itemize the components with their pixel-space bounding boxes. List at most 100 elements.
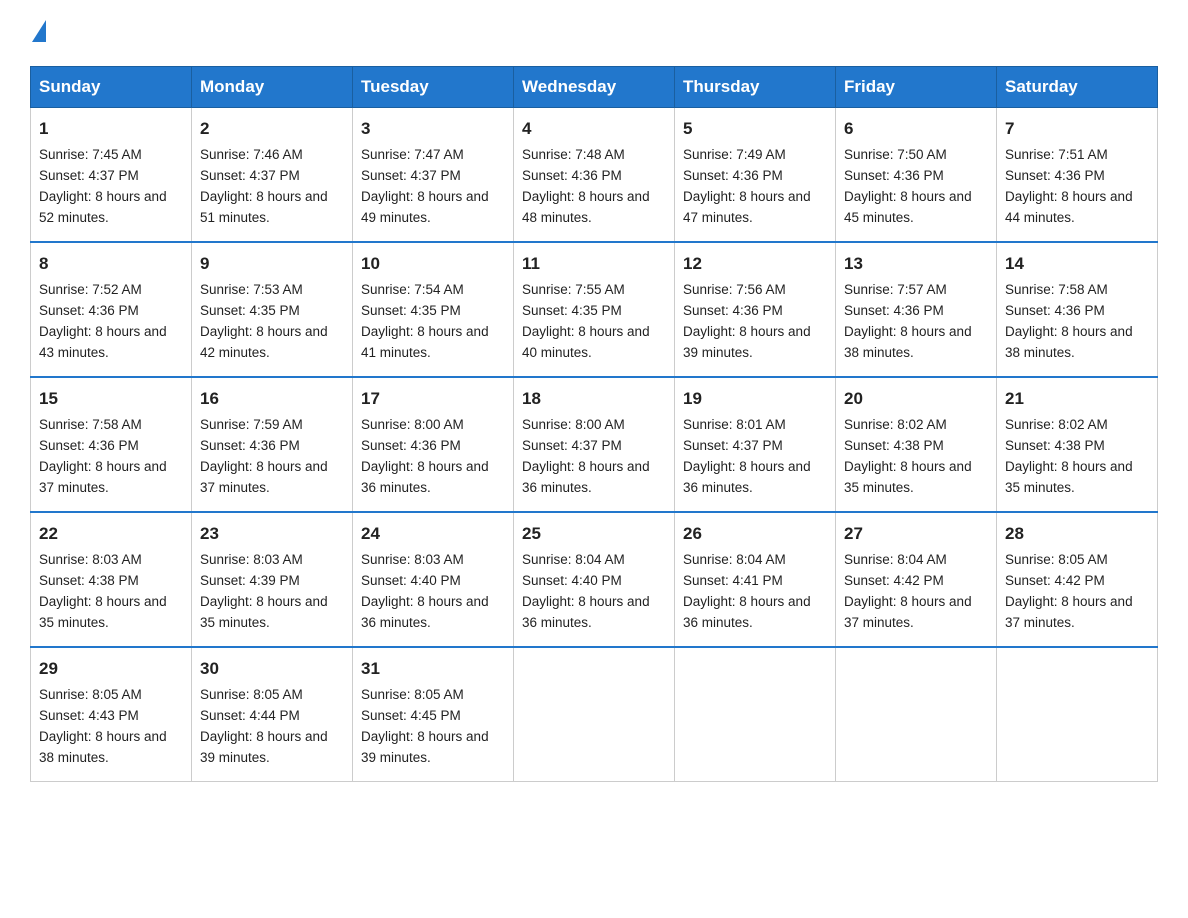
day-number: 22: [39, 521, 183, 547]
sunrise-label: Sunrise: 7:49 AM: [683, 147, 786, 162]
day-header-saturday: Saturday: [997, 67, 1158, 108]
day-number: 23: [200, 521, 344, 547]
day-number: 3: [361, 116, 505, 142]
daylight-label: Daylight: 8 hours and 38 minutes.: [39, 729, 167, 765]
day-number: 16: [200, 386, 344, 412]
calendar-cell: 30Sunrise: 8:05 AMSunset: 4:44 PMDayligh…: [192, 647, 353, 782]
daylight-label: Daylight: 8 hours and 44 minutes.: [1005, 189, 1133, 225]
sunset-label: Sunset: 4:38 PM: [844, 438, 944, 453]
sunset-label: Sunset: 4:43 PM: [39, 708, 139, 723]
calendar-cell: 19Sunrise: 8:01 AMSunset: 4:37 PMDayligh…: [675, 377, 836, 512]
daylight-label: Daylight: 8 hours and 36 minutes.: [683, 459, 811, 495]
day-header-monday: Monday: [192, 67, 353, 108]
day-number: 17: [361, 386, 505, 412]
logo-triangle-icon: [32, 20, 46, 42]
daylight-label: Daylight: 8 hours and 40 minutes.: [522, 324, 650, 360]
daylight-label: Daylight: 8 hours and 36 minutes.: [361, 459, 489, 495]
calendar-cell: 11Sunrise: 7:55 AMSunset: 4:35 PMDayligh…: [514, 242, 675, 377]
sunset-label: Sunset: 4:36 PM: [361, 438, 461, 453]
calendar-cell: 29Sunrise: 8:05 AMSunset: 4:43 PMDayligh…: [31, 647, 192, 782]
calendar-cell: 16Sunrise: 7:59 AMSunset: 4:36 PMDayligh…: [192, 377, 353, 512]
sunset-label: Sunset: 4:37 PM: [200, 168, 300, 183]
day-number: 13: [844, 251, 988, 277]
sunset-label: Sunset: 4:37 PM: [522, 438, 622, 453]
calendar-cell: 9Sunrise: 7:53 AMSunset: 4:35 PMDaylight…: [192, 242, 353, 377]
sunrise-label: Sunrise: 8:04 AM: [844, 552, 947, 567]
calendar-week-2: 8 Sunrise: 7:52 AM Sunset: 4:36 PM Daylight…: [31, 242, 1158, 377]
calendar-cell: 3Sunrise: 7:47 AMSunset: 4:37 PMDaylight…: [353, 108, 514, 243]
sunrise-label: Sunrise: 7:59 AM: [200, 417, 303, 432]
sunrise-label: Sunrise: 8:03 AM: [39, 552, 142, 567]
daylight-label: Daylight: 8 hours and 37 minutes.: [1005, 594, 1133, 630]
day-number: 24: [361, 521, 505, 547]
day-header-thursday: Thursday: [675, 67, 836, 108]
sunrise-label: Sunrise: 7:54 AM: [361, 282, 464, 297]
sunrise-label: Sunrise: 8:04 AM: [683, 552, 786, 567]
calendar-table: SundayMondayTuesdayWednesdayThursdayFrid…: [30, 66, 1158, 782]
daylight-label: Daylight: 8 hours and 36 minutes.: [522, 459, 650, 495]
page-header: [30, 20, 1158, 46]
sunrise-label: Sunrise: 7:53 AM: [200, 282, 303, 297]
calendar-cell: 2Sunrise: 7:46 AMSunset: 4:37 PMDaylight…: [192, 108, 353, 243]
day-number: 2: [200, 116, 344, 142]
daylight-label: Daylight: 8 hours and 37 minutes.: [844, 594, 972, 630]
day-number: 21: [1005, 386, 1149, 412]
day-number: 28: [1005, 521, 1149, 547]
sunrise-label: Sunrise: 8:05 AM: [1005, 552, 1108, 567]
sunrise-label: Sunrise: 7:58 AM: [1005, 282, 1108, 297]
day-number: 18: [522, 386, 666, 412]
sunset-label: Sunset: 4:37 PM: [39, 168, 139, 183]
calendar-cell: 20Sunrise: 8:02 AMSunset: 4:38 PMDayligh…: [836, 377, 997, 512]
sunrise-label: Sunrise: 7:50 AM: [844, 147, 947, 162]
calendar-body: 1Sunrise: 7:45 AMSunset: 4:37 PMDaylight…: [31, 108, 1158, 782]
daylight-label: Daylight: 8 hours and 42 minutes.: [200, 324, 328, 360]
sunset-label: Sunset: 4:36 PM: [1005, 168, 1105, 183]
calendar-cell: 15Sunrise: 7:58 AMSunset: 4:36 PMDayligh…: [31, 377, 192, 512]
sunset-label: Sunset: 4:38 PM: [1005, 438, 1105, 453]
calendar-week-1: 1Sunrise: 7:45 AMSunset: 4:37 PMDaylight…: [31, 108, 1158, 243]
day-number: 29: [39, 656, 183, 682]
day-header-wednesday: Wednesday: [514, 67, 675, 108]
sunset-label: Sunset: 4:36 PM: [39, 303, 139, 318]
sunset-label: Sunset: 4:36 PM: [844, 168, 944, 183]
daylight-label: Daylight: 8 hours and 49 minutes.: [361, 189, 489, 225]
sunrise-label: Sunrise: 8:04 AM: [522, 552, 625, 567]
day-number: 19: [683, 386, 827, 412]
sunrise-label: Sunrise: 7:51 AM: [1005, 147, 1108, 162]
day-number: 8: [39, 251, 183, 277]
day-number: 30: [200, 656, 344, 682]
day-number: 12: [683, 251, 827, 277]
daylight-label: Daylight: 8 hours and 35 minutes.: [844, 459, 972, 495]
day-number: 27: [844, 521, 988, 547]
sunrise-label: Sunrise: 7:55 AM: [522, 282, 625, 297]
calendar-cell: [675, 647, 836, 782]
calendar-cell: 17Sunrise: 8:00 AMSunset: 4:36 PMDayligh…: [353, 377, 514, 512]
sunset-label: Sunset: 4:35 PM: [361, 303, 461, 318]
sunrise-label: Sunrise: 7:52 AM: [39, 282, 142, 297]
day-number: 25: [522, 521, 666, 547]
daylight-label: Daylight: 8 hours and 43 minutes.: [39, 324, 167, 360]
sunrise-label: Sunrise: 7:45 AM: [39, 147, 142, 162]
sunrise-label: Sunrise: 8:03 AM: [361, 552, 464, 567]
sunrise-label: Sunrise: 7:48 AM: [522, 147, 625, 162]
day-header-tuesday: Tuesday: [353, 67, 514, 108]
day-header-sunday: Sunday: [31, 67, 192, 108]
sunset-label: Sunset: 4:41 PM: [683, 573, 783, 588]
calendar-cell: 31Sunrise: 8:05 AMSunset: 4:45 PMDayligh…: [353, 647, 514, 782]
sunset-label: Sunset: 4:44 PM: [200, 708, 300, 723]
sunset-label: Sunset: 4:38 PM: [39, 573, 139, 588]
sunrise-label: Sunrise: 7:47 AM: [361, 147, 464, 162]
sunset-label: Sunset: 4:40 PM: [522, 573, 622, 588]
daylight-label: Daylight: 8 hours and 36 minutes.: [361, 594, 489, 630]
logo: [30, 20, 46, 46]
day-number: 9: [200, 251, 344, 277]
day-number: 7: [1005, 116, 1149, 142]
calendar-cell: 18 Sunrise: 8:00 AM Sunset: 4:37 PM Dayligh…: [514, 377, 675, 512]
sunset-label: Sunset: 4:36 PM: [683, 303, 783, 318]
daylight-label: Daylight: 8 hours and 51 minutes.: [200, 189, 328, 225]
day-number: 10: [361, 251, 505, 277]
sunset-label: Sunset: 4:36 PM: [200, 438, 300, 453]
day-number: 14: [1005, 251, 1149, 277]
day-header-friday: Friday: [836, 67, 997, 108]
sunrise-label: Sunrise: 8:00 AM: [522, 417, 625, 432]
